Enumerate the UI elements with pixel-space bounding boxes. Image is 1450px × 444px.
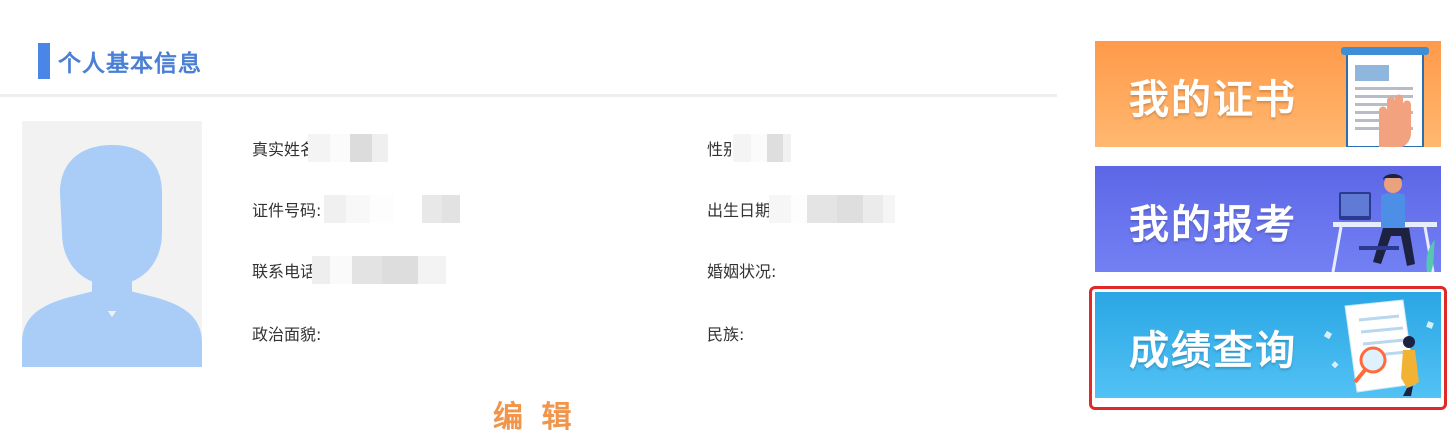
id-number-pixelation bbox=[324, 195, 460, 223]
field-id-number: 证件号码: bbox=[252, 195, 460, 223]
edit-button[interactable]: 编 辑 bbox=[493, 392, 575, 436]
real-name-pixelation bbox=[308, 134, 388, 162]
phone-label: 联系电话: bbox=[252, 262, 322, 281]
section-header: 个人基本信息 bbox=[38, 43, 202, 79]
marital-status-label: 婚姻状况: bbox=[707, 262, 777, 281]
field-phone: 联系电话: bbox=[252, 256, 446, 284]
section-accent-bar bbox=[38, 43, 50, 79]
field-gender: 性别: bbox=[707, 134, 791, 162]
field-real-name: 真实姓名: bbox=[252, 134, 388, 162]
birth-date-pixelation bbox=[769, 195, 895, 223]
birth-date-label: 出生日期: bbox=[707, 201, 777, 220]
my-certificate-label: 我的证书 bbox=[1129, 77, 1297, 123]
ethnicity-label: 民族: bbox=[707, 325, 745, 344]
my-registration-label: 我的报考 bbox=[1129, 202, 1297, 248]
field-birth-date: 出生日期: bbox=[707, 195, 895, 223]
person-at-desk-icon bbox=[1331, 174, 1437, 272]
section-title: 个人基本信息 bbox=[58, 51, 202, 77]
field-ethnicity: 民族: bbox=[707, 321, 744, 345]
selected-banner-highlight bbox=[1089, 286, 1447, 410]
field-marital-status: 婚姻状况: bbox=[707, 258, 776, 282]
field-political-status: 政治面貌: bbox=[252, 321, 321, 345]
phone-pixelation bbox=[312, 256, 446, 284]
my-registration-banner[interactable]: 我的报考 bbox=[1095, 166, 1441, 272]
section-divider bbox=[0, 94, 1057, 97]
my-certificate-banner[interactable]: 我的证书 bbox=[1095, 41, 1441, 147]
certificate-document-icon bbox=[1341, 47, 1429, 147]
political-status-label: 政治面貌: bbox=[252, 325, 322, 344]
avatar bbox=[22, 121, 202, 367]
default-avatar-icon bbox=[22, 121, 202, 367]
id-number-label: 证件号码: bbox=[252, 201, 322, 220]
gender-pixelation bbox=[733, 134, 791, 162]
